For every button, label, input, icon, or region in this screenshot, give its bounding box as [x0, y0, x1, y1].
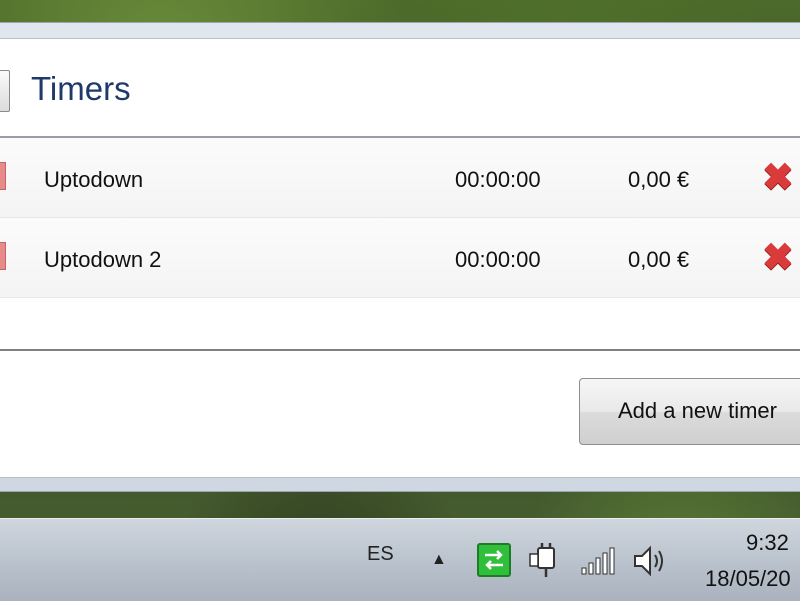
timer-row[interactable]: Uptodown 2 00:00:00 0,00 € ✖ [0, 218, 800, 298]
timer-cost: 0,00 € [628, 167, 690, 192]
timer-name: Uptodown [44, 167, 144, 192]
clock-time[interactable]: 9:32 [746, 530, 789, 556]
app-icon [0, 70, 10, 112]
list-divider [0, 349, 800, 351]
timer-elapsed: 00:00:00 [455, 167, 541, 192]
close-icon[interactable]: ✖ [762, 238, 800, 278]
add-timer-button[interactable]: Add a new timer [579, 378, 800, 445]
speaker-icon[interactable] [632, 544, 670, 578]
clock-date[interactable]: 18/05/20 [705, 566, 791, 592]
signal-icon[interactable] [580, 546, 616, 576]
timer-color-swatch[interactable] [0, 162, 6, 190]
timer-cost: 0,00 € [628, 247, 690, 272]
network-icon[interactable] [477, 543, 511, 577]
language-indicator[interactable]: ES [367, 543, 394, 566]
timer-color-swatch[interactable] [0, 242, 6, 270]
page-title: Timers [31, 70, 131, 107]
timer-name: Uptodown 2 [44, 247, 162, 272]
timer-elapsed: 00:00:00 [455, 247, 541, 272]
chevron-up-icon[interactable]: ▲ [431, 551, 447, 569]
power-plug-icon[interactable] [528, 542, 562, 578]
timer-row[interactable]: Uptodown 00:00:00 0,00 € ✖ [0, 138, 800, 218]
network-icon [485, 550, 503, 570]
close-icon[interactable]: ✖ [762, 158, 800, 198]
taskbar [0, 518, 800, 601]
